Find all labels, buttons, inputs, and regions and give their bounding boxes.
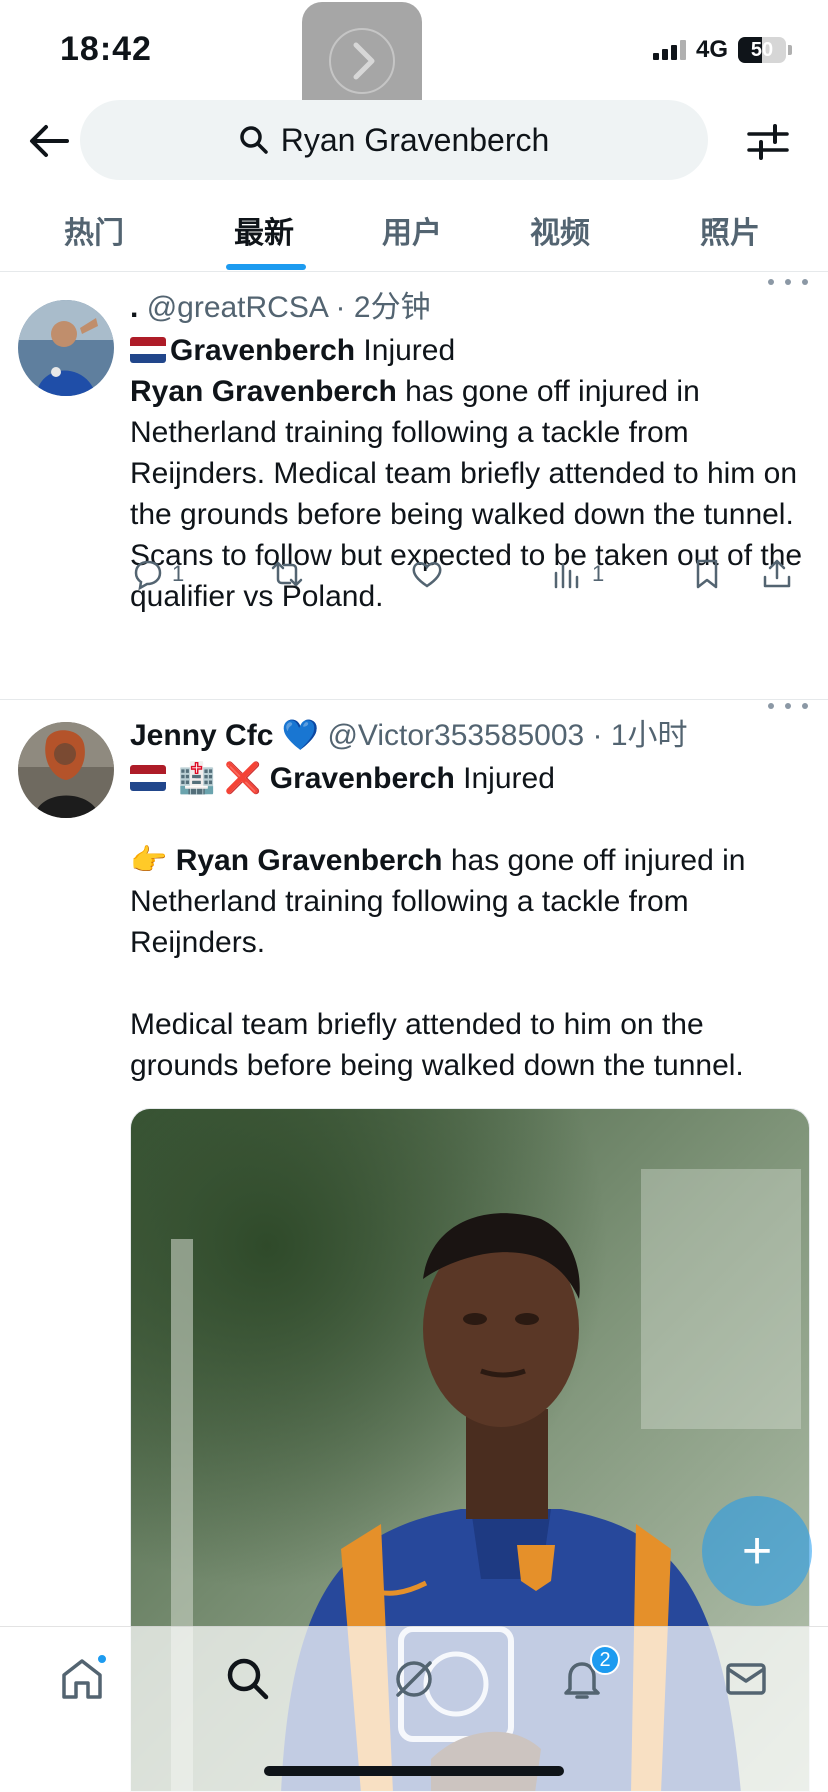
tweet[interactable]: . @greatRCSA · 2分钟 Gravenberch Injured R… xyxy=(0,272,828,700)
reply-count: 1 xyxy=(172,561,185,586)
tab-top[interactable]: 热门 xyxy=(64,208,124,252)
compose-post-button[interactable]: + xyxy=(702,1496,812,1606)
tweet-header: Jenny Cfc 💙 @Victor353585003 · 1小时 xyxy=(130,719,688,752)
search-header: Ryan Gravenberch xyxy=(0,100,828,180)
notifications-badge: 2 xyxy=(590,1645,620,1675)
timestamp: 1小时 xyxy=(610,719,688,752)
tab-people[interactable]: 用户 xyxy=(382,208,442,252)
search-filter-button[interactable] xyxy=(744,118,792,166)
status-time: 18:42 xyxy=(60,30,152,68)
tab-videos[interactable]: 视频 xyxy=(530,208,590,252)
timestamp: 2分钟 xyxy=(353,291,431,324)
heart-icon xyxy=(412,562,442,588)
more-options-button[interactable] xyxy=(768,696,808,716)
nav-messages[interactable] xyxy=(716,1649,776,1709)
nav-search[interactable] xyxy=(218,1649,278,1709)
display-name[interactable]: . xyxy=(130,291,138,324)
status-emojis: 🏥 ❌ xyxy=(178,762,262,795)
search-input[interactable]: Ryan Gravenberch xyxy=(80,100,708,180)
filter-sliders-icon xyxy=(747,124,789,160)
tab-photos[interactable]: 照片 xyxy=(700,208,760,252)
home-indicator xyxy=(264,1766,564,1776)
signal-icon xyxy=(652,40,686,60)
search-icon xyxy=(239,126,268,154)
netherlands-flag-icon xyxy=(130,337,166,363)
status-indicators: 4G 50 xyxy=(652,36,792,64)
search-query: Ryan Gravenberch xyxy=(280,121,550,158)
retweet-button[interactable] xyxy=(270,557,410,591)
arrow-left-icon xyxy=(30,125,69,157)
avatar[interactable] xyxy=(18,300,114,396)
back-button[interactable] xyxy=(26,118,72,164)
tweet-actions: 1 1 xyxy=(130,554,808,594)
bookmark-icon xyxy=(696,559,718,589)
views-chart-icon xyxy=(554,563,579,589)
tab-latest[interactable]: 最新 xyxy=(234,208,294,252)
home-unread-dot xyxy=(96,1653,108,1665)
share-icon xyxy=(763,559,791,588)
search-icon xyxy=(227,1658,269,1700)
nav-notifications[interactable]: 2 xyxy=(552,1645,620,1709)
views-count: 1 xyxy=(592,561,605,586)
retweet-icon xyxy=(271,561,303,587)
plus-icon: + xyxy=(741,1522,773,1580)
share-button[interactable] xyxy=(760,557,794,591)
more-options-button[interactable] xyxy=(768,272,808,292)
handle[interactable]: @Victor353585003 xyxy=(327,719,584,752)
active-tab-indicator xyxy=(226,264,306,270)
chevron-right-icon xyxy=(329,28,395,94)
bookmark-button[interactable] xyxy=(690,557,760,591)
avatar[interactable] xyxy=(18,722,114,818)
point-right-emoji: 👉 xyxy=(130,844,168,877)
grok-icon xyxy=(396,1661,432,1697)
battery-icon: 50 xyxy=(738,37,786,63)
tweet-text: 🏥 ❌ Gravenberch Injured 👉 Ryan Gravenber… xyxy=(130,762,746,1082)
battery-level: 50 xyxy=(750,38,774,61)
reply-icon xyxy=(134,560,162,591)
views-button[interactable]: 1 xyxy=(550,557,690,591)
like-button[interactable] xyxy=(410,557,550,591)
heart-emoji: 💙 xyxy=(281,719,320,752)
search-tabs: 热门 最新 用户 视频 照片 xyxy=(0,190,828,272)
tweet-header: . @greatRCSA · 2分钟 xyxy=(130,291,431,324)
netherlands-flag-icon xyxy=(130,765,166,791)
envelope-icon xyxy=(726,1663,766,1695)
nav-home[interactable] xyxy=(52,1649,112,1709)
display-name[interactable]: Jenny Cfc xyxy=(130,719,273,752)
reply-button[interactable]: 1 xyxy=(130,557,270,591)
network-type: 4G xyxy=(695,36,728,63)
nav-grok[interactable] xyxy=(384,1649,444,1709)
handle[interactable]: @greatRCSA xyxy=(147,291,328,324)
